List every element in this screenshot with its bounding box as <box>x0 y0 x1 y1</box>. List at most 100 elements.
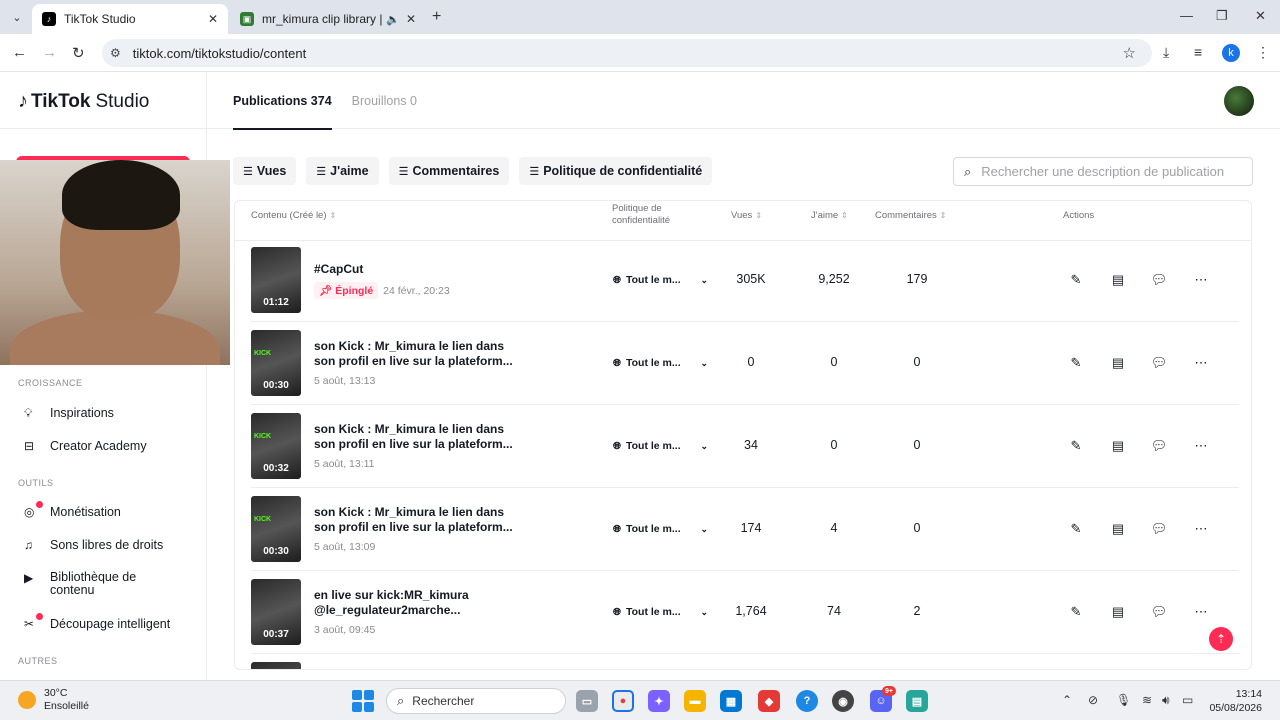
privacy-dropdown[interactable]: 🌐︎ Tout le m... ⌄ <box>613 269 708 291</box>
window-close-icon[interactable]: ✕ <box>1255 8 1266 24</box>
speaker-icon[interactable]: 🔈 <box>386 13 400 26</box>
bookmark-star-icon[interactable]: ☆ <box>1123 44 1136 62</box>
edit-icon[interactable]: ✎ <box>1062 349 1090 377</box>
obs-icon[interactable]: ◉ <box>832 690 854 712</box>
video-thumbnail[interactable] <box>251 662 301 669</box>
tab-drafts[interactable]: Brouillons 0 <box>352 94 417 130</box>
comment-icon[interactable]: 💬︎ <box>1145 598 1173 626</box>
scroll-to-top-button[interactable]: ⇡ <box>1209 627 1233 651</box>
media-control-icon[interactable]: ≡ <box>1194 44 1202 60</box>
post-title[interactable]: son Kick : Mr_kimura le lien dans son pr… <box>314 339 514 369</box>
reload-icon[interactable]: ↻ <box>72 44 85 62</box>
store-icon[interactable]: ▦ <box>720 690 742 712</box>
edit-icon[interactable]: ✎ <box>1062 266 1090 294</box>
analytics-icon[interactable]: ▤ <box>1104 349 1132 377</box>
analytics-icon[interactable]: ▤ <box>1104 266 1132 294</box>
table-row[interactable]: 01:12 #CapCut 📌︎ Épinglé 24 févr., 20:23 … <box>251 239 1239 322</box>
task-view-icon[interactable]: ▭ <box>576 690 598 712</box>
table-row[interactable]: KICK 00:32 son Kick : Mr_kimura le lien d… <box>251 405 1239 488</box>
more-options-icon[interactable]: ⋯ <box>1187 515 1215 543</box>
filter-likes-button[interactable]: ☰ J'aime <box>306 157 379 185</box>
sidebar-item-inspirations[interactable]: 💡︎ Inspirations <box>24 406 114 421</box>
post-title[interactable]: #CapCut <box>314 262 514 277</box>
menu-kebab-icon[interactable]: ⋮ <box>1256 44 1270 61</box>
tab-search-chevron-icon[interactable]: ⌄ <box>6 7 28 27</box>
privacy-dropdown[interactable]: 🌐︎ Tout le m... ⌄ <box>613 352 708 374</box>
minimize-icon[interactable]: — <box>1180 8 1193 23</box>
tab-close-icon[interactable]: ✕ <box>406 12 416 26</box>
filter-comments-button[interactable]: ☰ Commentaires <box>388 157 510 185</box>
post-title[interactable]: son Kick : Mr_kimura le lien dans son pr… <box>314 422 514 452</box>
more-options-icon[interactable]: ⋯ <box>1187 266 1215 294</box>
chrome-icon[interactable]: ● <box>612 690 634 712</box>
analytics-icon[interactable]: ▤ <box>1104 432 1132 460</box>
notepad-icon[interactable]: ▤ <box>906 690 928 712</box>
browser-tab-tiktok-studio[interactable]: ♪ TikTok Studio ✕ <box>32 4 228 34</box>
table-row[interactable]: 00:37 en live sur kick:MR_kimura @le_reg… <box>251 571 1239 654</box>
video-thumbnail[interactable]: KICK 00:30 <box>251 496 301 562</box>
table-row[interactable] <box>251 654 1239 669</box>
post-title[interactable]: en live sur kick:MR_kimura @le_regulateu… <box>314 588 514 618</box>
comment-icon[interactable]: 💬︎ <box>1145 515 1173 543</box>
analytics-icon[interactable]: ▤ <box>1104 598 1132 626</box>
profile-avatar[interactable]: k <box>1222 44 1240 62</box>
sidebar-item-bibliotheque[interactable]: ▶ Bibliothèque de contenu <box>24 571 174 597</box>
weather-widget[interactable]: 30°C Ensoleillé <box>18 687 89 713</box>
volume-icon[interactable]: 🔊︎ <box>1162 693 1170 708</box>
search-input[interactable]: ⌕ Rechercher une description de publicat… <box>953 157 1253 186</box>
tab-close-icon[interactable]: ✕ <box>208 12 218 26</box>
maximize-icon[interactable]: ❐ <box>1216 8 1228 24</box>
privacy-dropdown[interactable]: 🌐︎ Tout le m... ⌄ <box>613 601 708 623</box>
site-info-icon[interactable]: ⚙ <box>110 46 121 60</box>
browser-tab-clip-library[interactable]: ▣ mr_kimura clip library | Clip 🔈 ✕ <box>230 4 426 34</box>
windows-start-icon[interactable] <box>352 690 374 712</box>
tiktok-studio-logo[interactable]: ♪ TikTok Studio <box>18 90 149 113</box>
analytics-icon[interactable]: ▤ <box>1104 515 1132 543</box>
system-clock[interactable]: 13:14 05/08/2026 <box>1209 687 1262 715</box>
video-thumbnail[interactable]: 01:12 <box>251 247 301 313</box>
header-content[interactable]: Contenu (Créé le) ⇕ <box>251 210 336 222</box>
back-icon[interactable]: ← <box>12 44 27 61</box>
more-options-icon[interactable]: ⋯ <box>1187 598 1215 626</box>
more-options-icon[interactable]: ⋯ <box>1187 349 1215 377</box>
battery-icon[interactable]: ▭ <box>1182 693 1193 707</box>
download-icon[interactable]: ⤓ <box>1163 44 1169 61</box>
edit-icon[interactable]: ✎ <box>1062 432 1090 460</box>
app-red-icon[interactable]: ◆ <box>758 690 780 712</box>
taskbar-search[interactable]: ⌕ Rechercher <box>386 688 566 714</box>
comment-icon[interactable]: 💬︎ <box>1145 349 1173 377</box>
sidebar-item-creator-academy[interactable]: ⊟ Creator Academy <box>24 439 147 453</box>
header-views[interactable]: Vues ⇕ <box>731 210 762 222</box>
sidebar-item-monetisation[interactable]: ◎ Monétisation <box>24 501 121 519</box>
forward-icon[interactable]: → <box>42 44 57 61</box>
edit-icon[interactable]: ✎ <box>1062 598 1090 626</box>
new-tab-icon[interactable]: + <box>432 8 441 26</box>
post-title[interactable]: son Kick : Mr_kimura le lien dans son pr… <box>314 505 514 535</box>
privacy-dropdown[interactable]: 🌐︎ Tout le m... ⌄ <box>613 518 708 540</box>
more-options-icon[interactable]: ⋯ <box>1187 432 1215 460</box>
copilot-icon[interactable]: ✦ <box>648 690 670 712</box>
header-likes[interactable]: J'aime ⇕ <box>811 210 848 222</box>
help-icon[interactable]: ? <box>796 690 818 712</box>
table-row[interactable]: KICK 00:30 son Kick : Mr_kimura le lien d… <box>251 488 1239 571</box>
video-thumbnail[interactable]: 00:37 <box>251 579 301 645</box>
filter-privacy-button[interactable]: ☰ Politique de confidentialité <box>519 157 713 185</box>
privacy-dropdown[interactable]: 🌐︎ Tout le m... ⌄ <box>613 435 708 457</box>
wifi-icon[interactable]: ≋ <box>1142 693 1152 707</box>
video-thumbnail[interactable]: KICK 00:32 <box>251 413 301 479</box>
table-row[interactable]: KICK 00:30 son Kick : Mr_kimura le lien d… <box>251 322 1239 405</box>
microphone-icon[interactable]: 🎙︎ <box>1116 693 1131 707</box>
account-avatar[interactable] <box>1224 86 1254 116</box>
header-comments[interactable]: Commentaires ⇕ <box>875 210 946 222</box>
comment-icon[interactable]: 💬︎ <box>1145 432 1173 460</box>
sidebar-item-decoupage[interactable]: ✂ Découpage intelligent <box>24 613 170 631</box>
file-explorer-icon[interactable]: ▬ <box>684 690 706 712</box>
sidebar-item-sons-libres[interactable]: ♫ Sons libres de droits <box>24 538 163 552</box>
tab-publications[interactable]: Publications 374 <box>233 94 332 130</box>
edit-icon[interactable]: ✎ <box>1062 515 1090 543</box>
tray-chevron-icon[interactable]: ⌃ <box>1062 693 1072 707</box>
network-off-icon[interactable]: ⊘ <box>1088 693 1098 707</box>
video-thumbnail[interactable]: KICK 00:30 <box>251 330 301 396</box>
omnibox[interactable]: ⚙ tiktok.com/tiktokstudio/content ☆ <box>102 39 1152 67</box>
filter-views-button[interactable]: ☰ Vues <box>233 157 297 185</box>
